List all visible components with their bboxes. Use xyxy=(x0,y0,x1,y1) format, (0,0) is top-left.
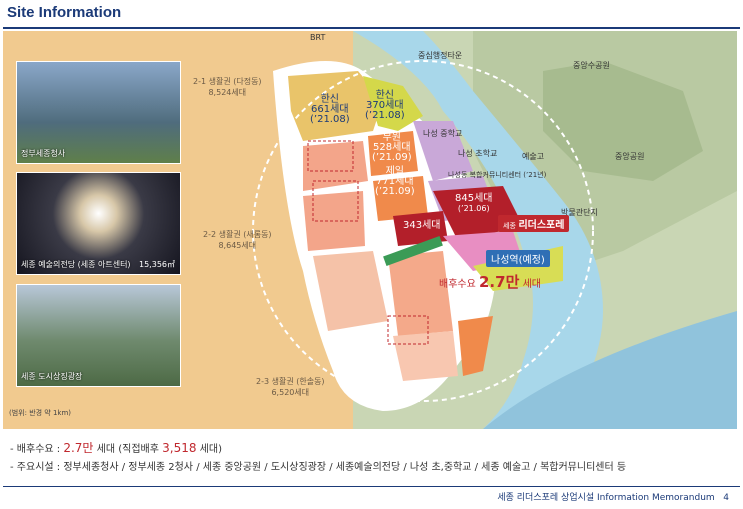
demand-unit: 세대 xyxy=(522,279,541,290)
footer-text: 세종 리더스포레 상업시설 Information Memorandum xyxy=(497,493,715,503)
block-south-2 xyxy=(393,331,458,381)
zone-households: 8,645세대 xyxy=(218,241,257,250)
block-label-hansin: 한신 661세대 (’21.08) xyxy=(310,94,350,125)
zone-2-1: 2-1 생활권 (다정동) 8,524세대 xyxy=(193,76,262,98)
brand-badge: 세종 리더스포레 xyxy=(498,215,570,232)
title-divider xyxy=(3,27,740,29)
footer-divider xyxy=(3,486,740,487)
brand-name: 리더스포레 xyxy=(518,220,565,231)
demand-label: 배후수요 xyxy=(439,279,476,290)
place-nasung-mid: 나성 중학교 xyxy=(423,129,463,138)
zone-households: 6,520세대 xyxy=(271,388,310,397)
bullet-direct-value: 3,518 xyxy=(162,441,197,455)
page-title: Site Information xyxy=(7,4,122,21)
place-nasung-community: 나성동 복합커뮤니티센터 (’21년) xyxy=(448,171,547,179)
station-badge: 나성역(예정) xyxy=(486,250,550,267)
zone-name: 2-3 생활권 (한솔동) xyxy=(256,377,325,386)
block-south-1 xyxy=(388,251,453,336)
block-label-hanshin2: 한신 370세대 (’21.08) xyxy=(365,90,405,121)
block-label-buwon: 부원 528세대 (’21.09) xyxy=(372,132,412,163)
place-arts-school: 예술고 xyxy=(522,152,545,161)
place-central-park: 중앙공원 xyxy=(615,152,645,161)
place-central-park-top: 중앙수공원 xyxy=(573,61,610,70)
block-label-343: 343세대 xyxy=(403,220,441,231)
page-number: 4 xyxy=(723,493,729,503)
place-nasung-elem: 나성 초학교 xyxy=(458,149,498,158)
brand-prefix: 세종 xyxy=(503,222,516,230)
demand-callout: 배후수요 2.7만 세대 xyxy=(439,271,541,292)
block-label-845: 845세대 (’21.06) xyxy=(455,193,493,214)
map-scale: (범위: 반경 약 1km) xyxy=(9,409,72,417)
bullet-facilities: - 주요시설 : 정부세종청사 / 정부세종 2청사 / 세종 중앙공원 / 도… xyxy=(10,462,627,473)
brt-label: BRT xyxy=(310,33,326,42)
photo-caption: 세종 도시상징광장 xyxy=(21,372,83,381)
zone-name: 2-1 생활권 (다정동) xyxy=(193,77,262,86)
photo-caption: 정부세종청사 xyxy=(21,149,66,158)
photo-city-plaza: 세종 도시상징광장 xyxy=(16,284,181,387)
photo-arts-center: 세종 예술의전당 (세종 아트센터) 15,356㎡ xyxy=(16,172,181,275)
bullet-demand: - 배후수요 : 2.7만 세대 (직접배후 3,518 세대) xyxy=(10,441,222,455)
zone-households: 8,524세대 xyxy=(208,88,247,97)
place-central-town: 중심행정타운 xyxy=(418,51,463,60)
site-map: 정부세종청사 세종 예술의전당 (세종 아트센터) 15,356㎡ 세종 도시상… xyxy=(3,31,737,429)
demand-value: 2.7만 xyxy=(479,273,520,291)
block-label-jeil: 제일 771세대 (’21.09) xyxy=(375,166,415,197)
zone-2-3: 2-3 생활권 (한솔동) 6,520세대 xyxy=(256,376,325,398)
footer: 세종 리더스포레 상업시설 Information Memorandum 4 xyxy=(497,490,729,503)
bullet-demand-value: 2.7만 xyxy=(63,441,94,455)
summary-bullets: - 배후수요 : 2.7만 세대 (직접배후 3,518 세대) - 주요시설 … xyxy=(10,439,626,477)
photo-area: 15,356㎡ xyxy=(139,260,175,269)
photo-caption: 세종 예술의전당 (세종 아트센터) xyxy=(21,260,131,269)
zone-2-2: 2-2 생활권 (새롬동) 8,645세대 xyxy=(203,229,272,251)
zone-name: 2-2 생활권 (새롬동) xyxy=(203,230,272,239)
photo-gov-complex: 정부세종청사 xyxy=(16,61,181,164)
